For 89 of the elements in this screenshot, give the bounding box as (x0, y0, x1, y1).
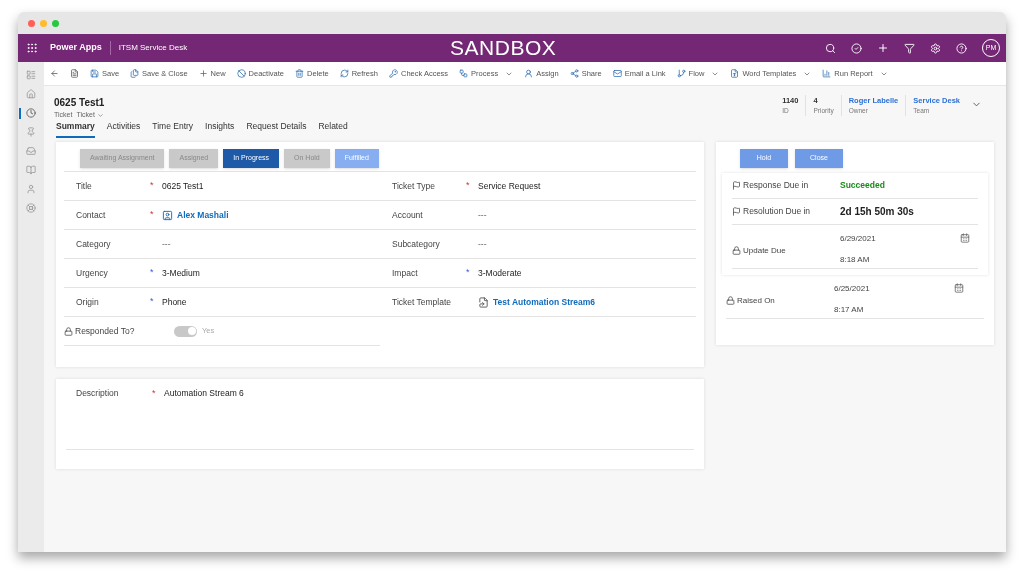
field-label: Category (75, 237, 112, 251)
mail-icon (612, 69, 622, 78)
record-title: 0625 Test1 (54, 96, 105, 110)
list-icon[interactable] (26, 70, 36, 80)
clock-icon[interactable] (26, 108, 36, 118)
required-marker: * (152, 387, 156, 400)
contact-icon (162, 209, 173, 221)
field-label: Responded To? (75, 324, 135, 338)
caret-icon (96, 111, 104, 119)
refresh-icon (339, 69, 349, 78)
field-label: Ticket Type (391, 179, 436, 193)
field-value: Automation Stream 6 (164, 387, 244, 400)
lifebuoy-icon[interactable] (26, 203, 36, 213)
report-icon (822, 69, 832, 78)
recommended-marker: * (150, 266, 154, 280)
plus-icon (198, 69, 208, 78)
field-value: 3-Moderate (478, 266, 522, 280)
lock-icon (64, 326, 73, 336)
key-icon (388, 69, 398, 78)
document-icon (478, 296, 489, 308)
field-label: Subcategory (391, 237, 441, 251)
area-name: ITSM Service Desk (117, 42, 188, 54)
required-marker: * (466, 179, 470, 193)
share-icon (569, 69, 579, 78)
app-name[interactable]: Power Apps (50, 41, 111, 55)
calendar-icon[interactable] (960, 233, 970, 243)
field-label: Origin (75, 295, 100, 309)
contact-link[interactable]: Alex Mashali (177, 208, 229, 222)
field-value: 0625 Test1 (162, 179, 204, 193)
required-marker: * (150, 179, 154, 193)
field-label: Raised On (737, 294, 775, 307)
field-value: --- (478, 208, 487, 222)
field-value: Service Request (478, 179, 541, 193)
inbox-icon[interactable] (26, 146, 36, 156)
time-value: 8:18 AM (840, 254, 871, 266)
book-icon[interactable] (26, 165, 36, 175)
field-value: --- (478, 237, 487, 251)
field-label: Ticket Template (391, 295, 453, 309)
task-icon[interactable] (851, 42, 862, 54)
home-icon[interactable] (26, 89, 36, 99)
save-icon (90, 69, 99, 78)
lock-icon (732, 246, 741, 255)
required-marker: * (150, 208, 154, 222)
filter-icon[interactable] (904, 42, 915, 54)
person-icon (524, 69, 534, 78)
help-icon[interactable] (956, 42, 967, 54)
recommended-marker: * (466, 266, 470, 280)
time-value: 8:17 AM (834, 304, 865, 316)
tab[interactable]: Insights (205, 120, 235, 138)
field-value: 3-Medium (162, 266, 200, 280)
field-label: Title (75, 179, 93, 193)
back-icon[interactable] (50, 69, 59, 78)
sla-value: Succeeded (840, 179, 885, 192)
recommended-marker: * (150, 295, 154, 309)
lock-icon (726, 296, 735, 305)
search-icon[interactable] (825, 42, 836, 54)
flow-icon (676, 69, 686, 78)
tab[interactable]: Time Entry (152, 120, 194, 138)
document-icon (730, 69, 740, 78)
tab[interactable]: Summary (56, 120, 95, 138)
tab[interactable]: Activities (106, 120, 141, 138)
field-label: Impact (391, 266, 419, 280)
field-label: Response Due in (743, 179, 809, 192)
field-value: --- (162, 237, 171, 251)
field-label: Update Due (743, 244, 786, 257)
field-value: Phone (162, 295, 187, 309)
pin-icon[interactable] (26, 127, 36, 137)
tab[interactable]: Related (318, 120, 348, 138)
tab[interactable]: Request Details (246, 120, 307, 138)
deactivate-icon (236, 69, 246, 78)
field-label: Contact (75, 208, 107, 222)
person-icon[interactable] (26, 184, 36, 194)
field-label: Description (75, 387, 120, 400)
save-close-icon (130, 69, 140, 78)
settings-icon[interactable] (930, 42, 941, 54)
date-value: 6/29/2021 (840, 233, 877, 245)
date-value: 6/25/2021 (834, 283, 871, 295)
field-label: Urgency (75, 266, 109, 280)
field-label: Resolution Due in (743, 205, 811, 218)
sandbox-label: SANDBOX (450, 35, 557, 62)
calendar-icon[interactable] (954, 283, 964, 293)
app-launcher-icon[interactable] (26, 42, 38, 54)
page-icon[interactable] (70, 69, 79, 78)
delete-icon (295, 69, 304, 78)
template-link[interactable]: Test Automation Stream6 (493, 295, 596, 309)
field-label: Account (391, 208, 424, 222)
plus-icon[interactable] (877, 42, 889, 54)
sla-value: 2d 15h 50m 30s (840, 205, 914, 219)
process-icon (459, 69, 469, 78)
